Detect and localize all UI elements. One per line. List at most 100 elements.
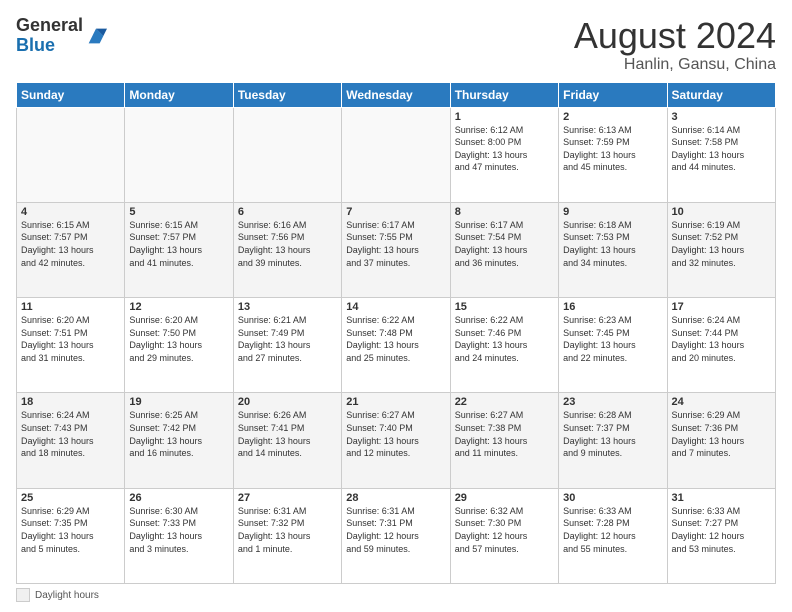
day-info: Sunrise: 6:29 AM Sunset: 7:35 PM Dayligh… [21,505,120,555]
calendar-day-cell: 30Sunrise: 6:33 AM Sunset: 7:28 PM Dayli… [559,488,667,583]
day-number: 29 [455,492,554,504]
calendar-day-cell: 29Sunrise: 6:32 AM Sunset: 7:30 PM Dayli… [450,488,558,583]
day-number: 19 [129,396,228,408]
title-block: August 2024 Hanlin, Gansu, China [574,16,776,74]
calendar-day-cell: 27Sunrise: 6:31 AM Sunset: 7:32 PM Dayli… [233,488,341,583]
calendar-day-cell: 26Sunrise: 6:30 AM Sunset: 7:33 PM Dayli… [125,488,233,583]
day-info: Sunrise: 6:13 AM Sunset: 7:59 PM Dayligh… [563,124,662,174]
calendar-day-cell: 28Sunrise: 6:31 AM Sunset: 7:31 PM Dayli… [342,488,450,583]
calendar-week-row: 25Sunrise: 6:29 AM Sunset: 7:35 PM Dayli… [17,488,776,583]
day-info: Sunrise: 6:25 AM Sunset: 7:42 PM Dayligh… [129,409,228,459]
calendar-day-cell: 4Sunrise: 6:15 AM Sunset: 7:57 PM Daylig… [17,202,125,297]
calendar-day-cell: 15Sunrise: 6:22 AM Sunset: 7:46 PM Dayli… [450,298,558,393]
calendar-day-cell: 2Sunrise: 6:13 AM Sunset: 7:59 PM Daylig… [559,107,667,202]
day-info: Sunrise: 6:28 AM Sunset: 7:37 PM Dayligh… [563,409,662,459]
day-info: Sunrise: 6:33 AM Sunset: 7:27 PM Dayligh… [672,505,771,555]
calendar-header-row: SundayMondayTuesdayWednesdayThursdayFrid… [17,82,776,107]
calendar-day-cell [17,107,125,202]
day-number: 28 [346,492,445,504]
day-number: 4 [21,206,120,218]
calendar-day-cell: 16Sunrise: 6:23 AM Sunset: 7:45 PM Dayli… [559,298,667,393]
day-number: 23 [563,396,662,408]
calendar-day-cell [342,107,450,202]
day-info: Sunrise: 6:22 AM Sunset: 7:46 PM Dayligh… [455,314,554,364]
day-number: 12 [129,301,228,313]
day-info: Sunrise: 6:20 AM Sunset: 7:51 PM Dayligh… [21,314,120,364]
calendar-day-cell: 21Sunrise: 6:27 AM Sunset: 7:40 PM Dayli… [342,393,450,488]
day-number: 20 [238,396,337,408]
day-number: 9 [563,206,662,218]
day-number: 6 [238,206,337,218]
day-number: 1 [455,111,554,123]
logo-icon [85,25,107,47]
calendar-day-cell: 6Sunrise: 6:16 AM Sunset: 7:56 PM Daylig… [233,202,341,297]
calendar-day-cell: 11Sunrise: 6:20 AM Sunset: 7:51 PM Dayli… [17,298,125,393]
day-number: 14 [346,301,445,313]
day-number: 18 [21,396,120,408]
day-info: Sunrise: 6:27 AM Sunset: 7:40 PM Dayligh… [346,409,445,459]
day-info: Sunrise: 6:16 AM Sunset: 7:56 PM Dayligh… [238,219,337,269]
logo-text: General Blue [16,16,83,56]
day-number: 27 [238,492,337,504]
calendar-week-row: 4Sunrise: 6:15 AM Sunset: 7:57 PM Daylig… [17,202,776,297]
calendar-day-cell [125,107,233,202]
calendar-day-cell: 9Sunrise: 6:18 AM Sunset: 7:53 PM Daylig… [559,202,667,297]
day-number: 31 [672,492,771,504]
footer: Daylight hours [16,588,776,602]
day-info: Sunrise: 6:30 AM Sunset: 7:33 PM Dayligh… [129,505,228,555]
day-number: 17 [672,301,771,313]
day-number: 30 [563,492,662,504]
day-info: Sunrise: 6:26 AM Sunset: 7:41 PM Dayligh… [238,409,337,459]
logo: General Blue [16,16,107,56]
calendar-day-header: Saturday [667,82,775,107]
day-number: 15 [455,301,554,313]
calendar-week-row: 11Sunrise: 6:20 AM Sunset: 7:51 PM Dayli… [17,298,776,393]
calendar-day-header: Wednesday [342,82,450,107]
calendar-day-cell: 23Sunrise: 6:28 AM Sunset: 7:37 PM Dayli… [559,393,667,488]
calendar-day-cell: 18Sunrise: 6:24 AM Sunset: 7:43 PM Dayli… [17,393,125,488]
day-info: Sunrise: 6:31 AM Sunset: 7:31 PM Dayligh… [346,505,445,555]
calendar-day-cell: 20Sunrise: 6:26 AM Sunset: 7:41 PM Dayli… [233,393,341,488]
calendar-day-cell: 13Sunrise: 6:21 AM Sunset: 7:49 PM Dayli… [233,298,341,393]
page: General Blue August 2024 Hanlin, Gansu, … [0,0,792,612]
day-info: Sunrise: 6:19 AM Sunset: 7:52 PM Dayligh… [672,219,771,269]
day-info: Sunrise: 6:24 AM Sunset: 7:44 PM Dayligh… [672,314,771,364]
day-info: Sunrise: 6:33 AM Sunset: 7:28 PM Dayligh… [563,505,662,555]
calendar-day-cell: 10Sunrise: 6:19 AM Sunset: 7:52 PM Dayli… [667,202,775,297]
day-number: 8 [455,206,554,218]
calendar-day-header: Sunday [17,82,125,107]
legend-box [16,588,30,602]
day-number: 13 [238,301,337,313]
day-info: Sunrise: 6:17 AM Sunset: 7:54 PM Dayligh… [455,219,554,269]
legend-label: Daylight hours [35,590,99,601]
location: Hanlin, Gansu, China [574,56,776,74]
calendar-day-cell: 14Sunrise: 6:22 AM Sunset: 7:48 PM Dayli… [342,298,450,393]
day-number: 2 [563,111,662,123]
day-info: Sunrise: 6:17 AM Sunset: 7:55 PM Dayligh… [346,219,445,269]
calendar-day-cell: 22Sunrise: 6:27 AM Sunset: 7:38 PM Dayli… [450,393,558,488]
day-number: 24 [672,396,771,408]
day-info: Sunrise: 6:27 AM Sunset: 7:38 PM Dayligh… [455,409,554,459]
day-info: Sunrise: 6:12 AM Sunset: 8:00 PM Dayligh… [455,124,554,174]
calendar-week-row: 1Sunrise: 6:12 AM Sunset: 8:00 PM Daylig… [17,107,776,202]
calendar-day-header: Monday [125,82,233,107]
day-info: Sunrise: 6:24 AM Sunset: 7:43 PM Dayligh… [21,409,120,459]
calendar-day-header: Tuesday [233,82,341,107]
calendar-day-cell: 7Sunrise: 6:17 AM Sunset: 7:55 PM Daylig… [342,202,450,297]
calendar-day-header: Friday [559,82,667,107]
calendar-day-cell: 8Sunrise: 6:17 AM Sunset: 7:54 PM Daylig… [450,202,558,297]
day-info: Sunrise: 6:23 AM Sunset: 7:45 PM Dayligh… [563,314,662,364]
day-info: Sunrise: 6:22 AM Sunset: 7:48 PM Dayligh… [346,314,445,364]
day-info: Sunrise: 6:29 AM Sunset: 7:36 PM Dayligh… [672,409,771,459]
calendar-day-cell: 3Sunrise: 6:14 AM Sunset: 7:58 PM Daylig… [667,107,775,202]
calendar-table: SundayMondayTuesdayWednesdayThursdayFrid… [16,82,776,584]
calendar-day-cell: 5Sunrise: 6:15 AM Sunset: 7:57 PM Daylig… [125,202,233,297]
calendar-day-cell: 12Sunrise: 6:20 AM Sunset: 7:50 PM Dayli… [125,298,233,393]
calendar-day-cell: 25Sunrise: 6:29 AM Sunset: 7:35 PM Dayli… [17,488,125,583]
day-info: Sunrise: 6:14 AM Sunset: 7:58 PM Dayligh… [672,124,771,174]
calendar-day-cell [233,107,341,202]
day-info: Sunrise: 6:32 AM Sunset: 7:30 PM Dayligh… [455,505,554,555]
day-number: 26 [129,492,228,504]
day-number: 5 [129,206,228,218]
day-info: Sunrise: 6:18 AM Sunset: 7:53 PM Dayligh… [563,219,662,269]
